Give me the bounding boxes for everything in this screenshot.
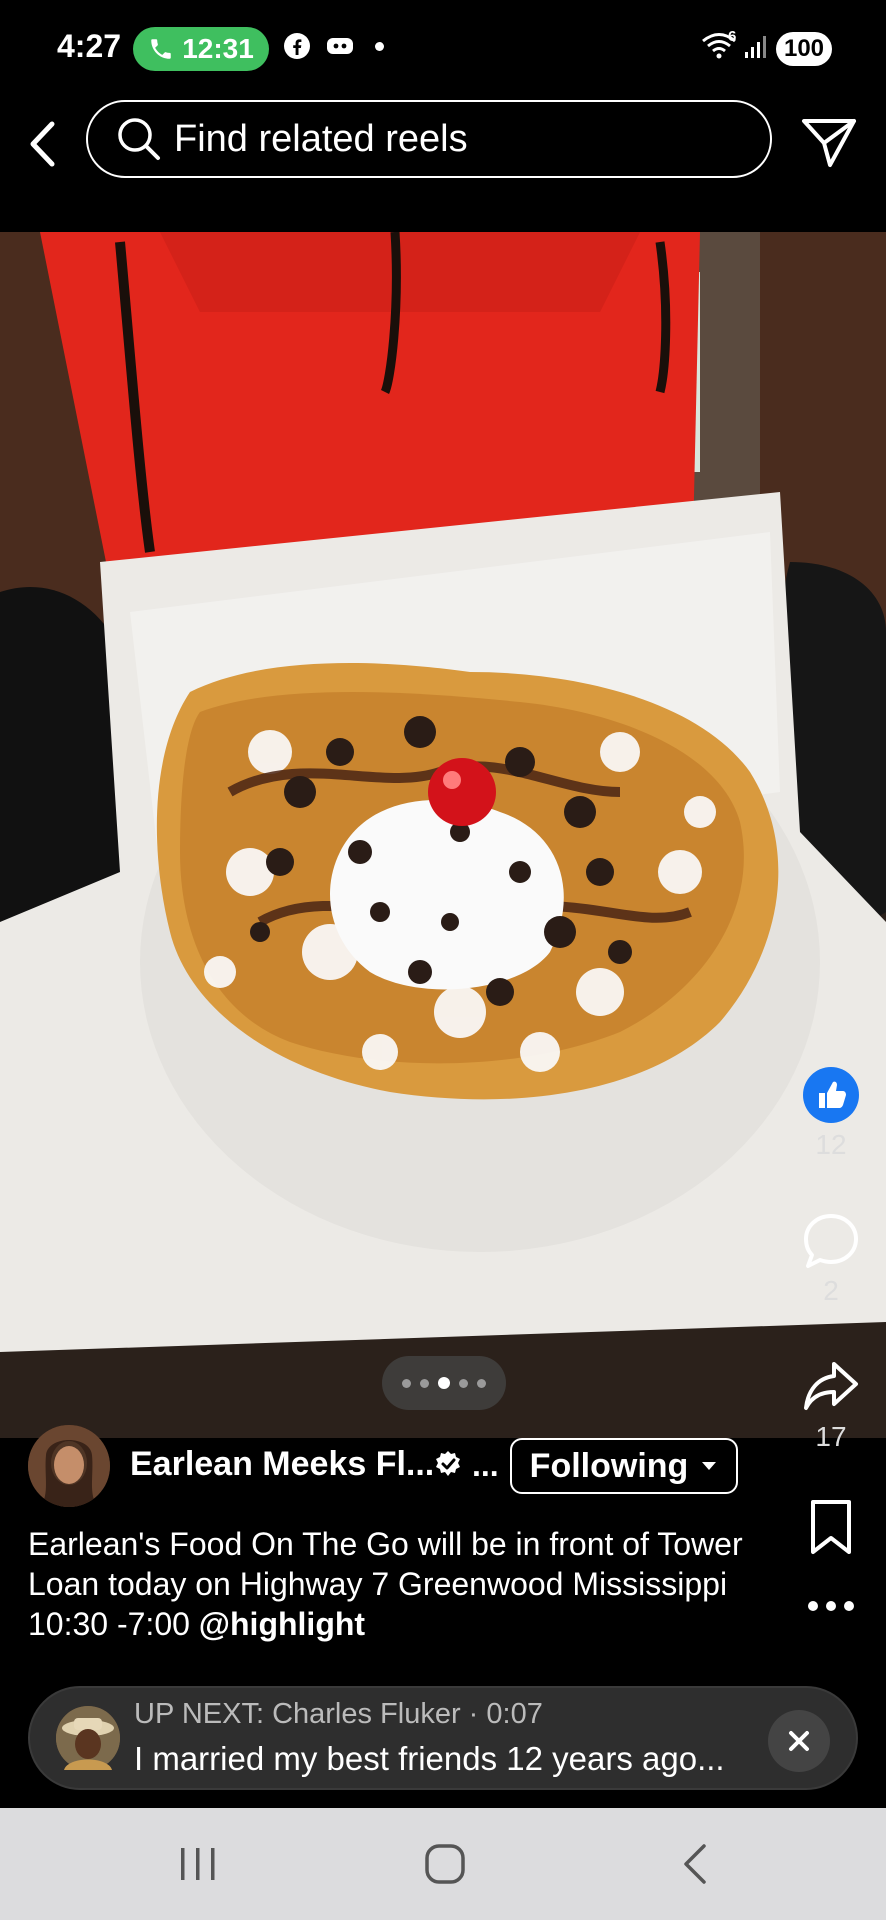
search-placeholder: Find related reels [174,117,468,160]
more-horizontal-icon [808,1601,854,1611]
caption-text: Earlean's Food On The Go will be in fron… [28,1526,743,1642]
system-back-button[interactable] [654,1836,734,1892]
home-button[interactable] [405,1836,485,1892]
battery-indicator: 100 [776,32,832,66]
facebook-icon [284,33,310,59]
search-icon [118,118,160,160]
save-button[interactable] [796,1498,866,1561]
up-next-duration: 0:07 [486,1698,543,1730]
author-name-ellipsis: ... [472,1447,499,1483]
up-next-separator: · [460,1698,487,1730]
status-bar: 4:27 12:31 6 100 [0,0,886,96]
up-next-close-button[interactable] [768,1710,830,1772]
following-label: Following [529,1446,689,1485]
up-next-author: Charles Fluker [272,1698,461,1730]
up-next-avatar-image [56,1706,120,1770]
search-input[interactable]: Find related reels [86,100,772,178]
ongoing-call-pill[interactable]: 12:31 [133,27,269,71]
carousel-page-indicator [382,1356,506,1410]
up-next-avatar [56,1706,120,1770]
battery-level: 100 [783,35,825,62]
close-icon [789,1731,809,1751]
back-arrow-icon [684,1844,706,1884]
page-dot [477,1378,486,1388]
like-count: 12 [815,1129,847,1160]
share-reel-button[interactable] [800,113,858,171]
up-next-prefix: UP NEXT: [134,1698,273,1730]
phone-icon [151,39,171,59]
page-dot-active [438,1377,450,1389]
comment-bubble-icon [804,1214,858,1268]
comment-button[interactable]: 2 [796,1212,866,1307]
call-timer: 12:31 [182,33,254,64]
page-dot [459,1378,468,1388]
share-arrow-icon [804,1362,858,1410]
more-notifications-dot-icon [375,41,384,51]
following-button[interactable]: Following [510,1438,738,1494]
send-icon [802,119,856,167]
page-dot [420,1378,429,1388]
reel-video[interactable] [0,232,886,1438]
messenger-bot-icon [327,38,353,54]
system-navigation-bar [0,1808,886,1920]
author-name[interactable]: Earlean Meeks Fl... [130,1445,434,1484]
thumbs-up-icon [803,1067,859,1123]
author-avatar-image [28,1425,110,1507]
chevron-left-icon [30,121,55,167]
author-row: Earlean Meeks Fl... ... Following [28,1425,828,1507]
signal-icon [745,36,766,58]
recent-apps-icon [181,1848,215,1880]
comment-count: 2 [823,1275,839,1306]
back-button[interactable] [22,114,62,174]
page-dot [402,1378,411,1388]
top-bar: Find related reels [0,96,886,230]
up-next-banner[interactable]: UP NEXT: Charles Fluker · 0:07 I married… [28,1686,858,1790]
network-type-label: 6 [728,28,737,45]
caption-mention[interactable]: @highlight [199,1606,365,1642]
home-icon [425,1844,465,1884]
status-time: 4:27 [57,28,122,64]
up-next-meta: UP NEXT: Charles Fluker · 0:07 [134,1698,543,1731]
notification-icons [283,32,384,60]
author-avatar[interactable] [28,1425,110,1507]
funnel-cake-photo [0,232,886,1438]
reel-caption[interactable]: Earlean's Food On The Go will be in fron… [28,1524,748,1642]
up-next-title: I married my best friends 12 years ago..… [134,1740,725,1777]
recent-apps-button[interactable] [158,1836,238,1892]
caret-down-icon [702,1462,717,1470]
more-options-button[interactable] [796,1598,866,1619]
like-button[interactable]: 12 [796,1066,866,1161]
verified-badge-icon [436,1451,460,1476]
